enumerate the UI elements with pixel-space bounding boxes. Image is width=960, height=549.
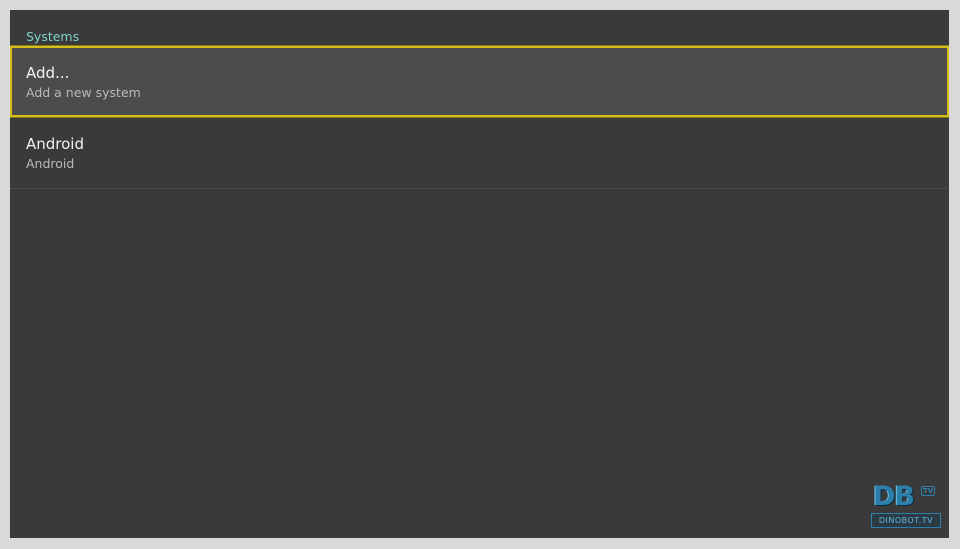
dinobot-watermark-logo: DB TV DINOBOT.TV: [871, 482, 943, 534]
list-item-title: Add...: [26, 64, 70, 82]
list-item-add-system[interactable]: Add... Add a new system: [10, 46, 949, 117]
list-item-summary: Add a new system: [26, 85, 141, 100]
settings-screen: Systems Add... Add a new system Android …: [10, 10, 949, 538]
list-item-summary: Android: [26, 156, 75, 171]
watermark-domain: DINOBOT.TV: [871, 513, 941, 528]
list-item-title: Android: [26, 135, 84, 153]
section-header-systems: Systems: [26, 29, 80, 44]
list-item-android[interactable]: Android Android: [10, 117, 949, 189]
systems-list: Add... Add a new system Android Android: [10, 46, 949, 189]
watermark-letters: DB: [873, 481, 915, 512]
watermark-badge: TV: [921, 486, 936, 496]
